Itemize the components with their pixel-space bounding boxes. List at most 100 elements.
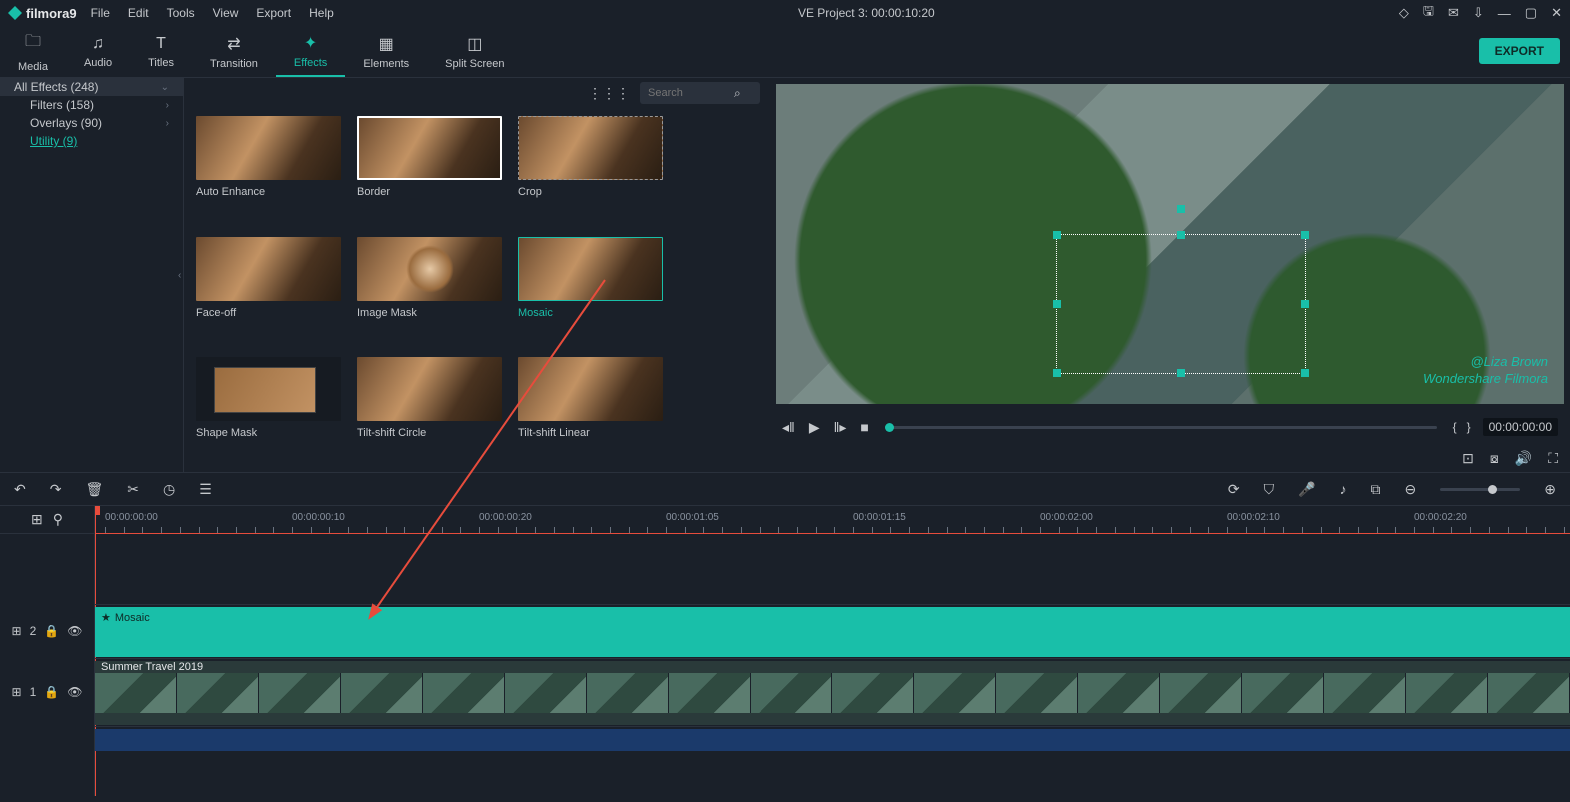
sidebar-item-filters[interactable]: Filters (158)› — [0, 96, 183, 114]
selection-handle[interactable] — [1301, 300, 1309, 308]
redo-icon[interactable]: ↷ — [50, 481, 62, 498]
effect-face-off[interactable]: Face-off — [196, 237, 341, 344]
shield-icon[interactable]: ⛉ — [1264, 481, 1275, 498]
ruler-tick: 00:00:00:10 — [292, 512, 345, 523]
snapshot-icon[interactable]: ⧇ — [1490, 450, 1499, 467]
menu-export[interactable]: Export — [256, 6, 291, 20]
sparkle-icon: ✦ — [304, 33, 317, 53]
quality-icon[interactable]: ⊡ — [1462, 450, 1474, 467]
tab-titles[interactable]: TTitles — [130, 26, 192, 77]
selection-handle[interactable] — [1301, 369, 1309, 377]
effect-tilt-linear[interactable]: Tilt-shift Linear — [518, 357, 663, 464]
close-icon[interactable]: ✕ — [1551, 5, 1562, 21]
effect-auto-enhance[interactable]: Auto Enhance — [196, 116, 341, 223]
menu-edit[interactable]: Edit — [128, 6, 149, 20]
image-icon: ▦ — [379, 34, 394, 54]
delete-icon[interactable]: 🗑 — [85, 481, 103, 498]
effects-sidebar: All Effects (248)⌄ Filters (158)› Overla… — [0, 78, 184, 472]
settings-icon[interactable]: ☰ — [199, 481, 212, 498]
selection-handle[interactable] — [1053, 300, 1061, 308]
rotation-handle[interactable] — [1177, 205, 1185, 213]
grid-view-icon[interactable]: ⋮⋮⋮ — [588, 85, 630, 102]
eye-icon[interactable]: 👁 — [67, 624, 82, 638]
lock-icon[interactable]: 🔒 — [44, 624, 59, 638]
effect-border[interactable]: Border — [357, 116, 502, 223]
clip-mosaic[interactable]: ★Mosaic — [95, 607, 1570, 657]
prev-frame-icon[interactable]: ◂‖ — [782, 419, 795, 436]
seek-knob[interactable] — [885, 423, 894, 432]
lock-icon[interactable]: 🔒 — [44, 685, 59, 699]
search-icon[interactable]: ⌕ — [734, 86, 741, 101]
effect-mosaic[interactable]: Mosaic — [518, 237, 663, 344]
menu-tools[interactable]: Tools — [167, 6, 195, 20]
tab-audio[interactable]: ♫Audio — [66, 26, 130, 77]
audiomix-icon[interactable]: ♪ — [1340, 481, 1347, 497]
undo-icon[interactable]: ↶ — [14, 481, 26, 498]
save-icon[interactable]: 🖫 — [1423, 2, 1434, 24]
effect-shape-mask[interactable]: Shape Mask — [196, 357, 341, 464]
mark-in-out-icon[interactable]: { } — [1453, 420, 1471, 434]
selection-handle[interactable] — [1301, 231, 1309, 239]
play-icon[interactable]: ▶ — [809, 419, 820, 436]
project-name: VE Project 3: — [798, 6, 868, 20]
eye-icon[interactable]: 👁 — [67, 685, 82, 699]
preview-video[interactable]: @Liza Brown Wondershare Filmora — [776, 84, 1564, 404]
maximize-icon[interactable]: ▢ — [1525, 5, 1537, 21]
preview-seek-slider[interactable] — [885, 426, 1437, 429]
track-manager-icon[interactable]: ⊞ — [31, 511, 43, 528]
tab-elements[interactable]: ▦Elements — [345, 26, 427, 77]
tab-media[interactable]: 🗀Media — [0, 26, 66, 77]
menu-help[interactable]: Help — [309, 6, 334, 20]
next-frame-icon[interactable]: ‖▸ — [834, 419, 847, 436]
tab-transition[interactable]: ⇄Transition — [192, 26, 276, 77]
tab-splitscreen[interactable]: ◫Split Screen — [427, 26, 522, 77]
mosaic-selection-box[interactable] — [1056, 234, 1306, 374]
timeline-ruler[interactable]: 00:00:00:0000:00:00:1000:00:00:2000:00:0… — [95, 506, 1570, 534]
volume-icon[interactable]: 🔊 — [1515, 450, 1532, 467]
selection-handle[interactable] — [1177, 369, 1185, 377]
selection-handle[interactable] — [1053, 231, 1061, 239]
effects-panel-top: ⋮⋮⋮ ⌕ — [184, 78, 770, 108]
track-effect[interactable]: ★Mosaic — [95, 604, 1570, 658]
render-icon[interactable]: ⟳ — [1228, 481, 1240, 498]
effect-tilt-circle[interactable]: Tilt-shift Circle — [357, 357, 502, 464]
marker-icon[interactable]: ◷ — [163, 481, 175, 498]
selection-handle[interactable] — [1053, 369, 1061, 377]
timeline-body[interactable]: 00:00:00:0000:00:00:1000:00:00:2000:00:0… — [95, 506, 1570, 796]
zoom-out-icon[interactable]: ⊖ — [1405, 481, 1417, 498]
stop-icon[interactable]: ■ — [860, 419, 868, 435]
search-box[interactable]: ⌕ — [640, 82, 760, 104]
clip-audio[interactable] — [95, 729, 1570, 751]
cut-icon[interactable]: ✂ — [127, 481, 139, 498]
account-icon[interactable]: ◇ — [1399, 5, 1409, 21]
chevron-right-icon: › — [166, 118, 169, 129]
tab-effects[interactable]: ✦Effects — [276, 26, 345, 77]
sidebar-item-all-effects[interactable]: All Effects (248)⌄ — [0, 78, 183, 96]
track-header-effect[interactable]: ⊞ 2 🔒 👁 — [0, 604, 94, 658]
menu-file[interactable]: File — [91, 6, 110, 20]
search-input[interactable] — [648, 87, 728, 99]
zoom-knob[interactable] — [1488, 485, 1497, 494]
fullscreen-icon[interactable]: ⛶ — [1548, 450, 1558, 467]
sidebar-item-utility[interactable]: Utility (9) — [0, 132, 183, 150]
crop-icon[interactable]: ⧉ — [1371, 481, 1381, 498]
effect-image-mask[interactable]: Image Mask — [357, 237, 502, 344]
project-time: 00:00:10:20 — [871, 6, 934, 20]
export-button[interactable]: EXPORT — [1479, 38, 1560, 64]
menu-view[interactable]: View — [213, 6, 239, 20]
selection-handle[interactable] — [1177, 231, 1185, 239]
mic-icon[interactable]: ⇩ — [1473, 5, 1484, 21]
minimize-icon[interactable]: — — [1498, 6, 1511, 21]
zoom-in-icon[interactable]: ⊕ — [1544, 481, 1556, 498]
timeline: ⊞ ⚲ ⊞ 2 🔒 👁 ⊞ 1 🔒 👁 00:00:00:0000:00:00:… — [0, 506, 1570, 796]
message-icon[interactable]: ✉ — [1448, 5, 1459, 21]
effect-crop[interactable]: Crop — [518, 116, 663, 223]
track-video[interactable]: Summer Travel 2019 — [95, 658, 1570, 726]
voiceover-icon[interactable]: 🎤 — [1298, 481, 1315, 498]
zoom-slider[interactable] — [1440, 488, 1520, 491]
clip-video[interactable]: Summer Travel 2019 — [95, 661, 1570, 725]
track-audio[interactable] — [95, 726, 1570, 752]
track-header-video[interactable]: ⊞ 1 🔒 👁 — [0, 658, 94, 726]
sidebar-item-overlays[interactable]: Overlays (90)› — [0, 114, 183, 132]
magnet-icon[interactable]: ⚲ — [53, 511, 63, 528]
